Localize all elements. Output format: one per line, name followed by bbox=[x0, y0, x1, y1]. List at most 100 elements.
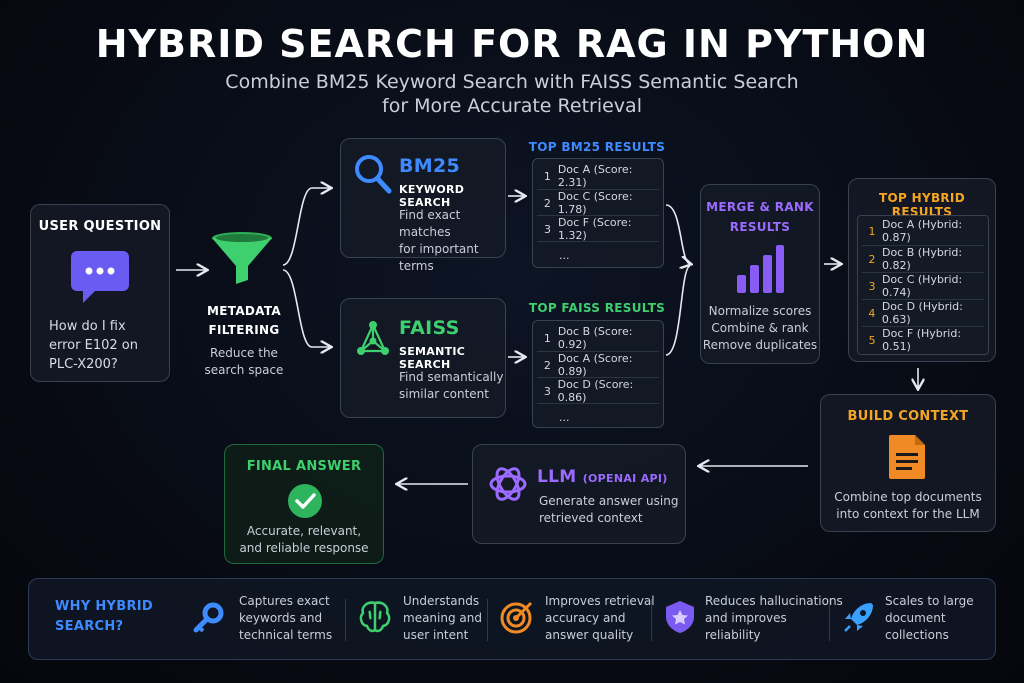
divider bbox=[829, 599, 830, 641]
merge-title: MERGE & RANK RESULTS bbox=[701, 197, 819, 237]
why-item-1-line-1: Captures exact bbox=[239, 594, 330, 608]
why-item-5-line-1: Scales to large bbox=[885, 594, 974, 608]
faiss-results-header: TOP FAISS RESULTS bbox=[528, 301, 666, 315]
why-item-4-line-2: and improves bbox=[705, 611, 787, 625]
row-rank: 2 bbox=[543, 358, 551, 372]
llm-api-text: (OPENAI API) bbox=[582, 472, 668, 485]
row-rank: 3 bbox=[543, 384, 551, 398]
magnifier-icon bbox=[353, 153, 393, 199]
table-row: 1 Doc A (Score: 2.31) bbox=[537, 163, 659, 189]
llm-title: LLM (OPENAI API) bbox=[537, 467, 668, 487]
target-icon bbox=[499, 599, 535, 639]
faiss-desc-line-2: similar content bbox=[399, 387, 489, 401]
bm25-desc: Find exact matches for important terms bbox=[399, 207, 505, 275]
table-row: 3 Doc D (Score: 0.86) bbox=[537, 377, 659, 404]
llm-title-text: LLM bbox=[537, 467, 577, 487]
llm-desc-line-1: Generate answer using bbox=[539, 494, 679, 508]
row-rank: 1 bbox=[543, 169, 551, 183]
network-icon bbox=[353, 319, 393, 363]
row-text: Doc F (Score: 1.32) bbox=[558, 216, 632, 242]
row-rank: 1 bbox=[868, 224, 876, 238]
why-item-4-line-3: reliability bbox=[705, 628, 761, 642]
table-row: 2 Doc A (Score: 0.89) bbox=[537, 351, 659, 378]
build-context-header: BUILD CONTEXT bbox=[847, 409, 969, 424]
row-text: Doc D (Score: 0.86) bbox=[557, 378, 634, 404]
table-row: 5 Doc F (Hybrid: 0.51) bbox=[862, 326, 984, 353]
brain-icon bbox=[357, 599, 393, 639]
why-hybrid-panel: WHY HYBRID SEARCH? Captures exact keywor… bbox=[28, 578, 996, 660]
hybrid-results-card: TOP HYBRID RESULTS 1 Doc A (Hybrid: 0.87)… bbox=[848, 178, 996, 362]
row-text: Doc C (Score: 1.78) bbox=[557, 190, 633, 216]
row-text: Doc B (Score: 0.92) bbox=[557, 325, 633, 351]
table-row: 2 Doc C (Score: 1.78) bbox=[537, 189, 659, 216]
why-item-2-line-3: user intent bbox=[403, 628, 469, 642]
table-row: 3 Doc C (Hybrid: 0.74) bbox=[862, 272, 984, 299]
divider bbox=[345, 599, 346, 641]
why-hybrid-header: WHY HYBRID SEARCH? bbox=[55, 597, 153, 637]
table-row: ... bbox=[537, 403, 659, 430]
arrow-filter-to-bm25 bbox=[282, 188, 330, 266]
merge-rank-card: MERGE & RANK RESULTS Normalize scores Co… bbox=[700, 184, 820, 364]
table-row: 2 Doc B (Hybrid: 0.82) bbox=[862, 245, 984, 272]
row-text: Doc B (Hybrid: 0.82) bbox=[881, 246, 963, 272]
bm25-subtitle: KEYWORD SEARCH bbox=[399, 183, 465, 209]
table-row: 1 Doc A (Hybrid: 0.87) bbox=[862, 218, 984, 244]
row-text: Doc C (Hybrid: 0.74) bbox=[881, 273, 963, 299]
row-rank: 2 bbox=[868, 252, 876, 266]
final-answer-desc-line-1: Accurate, relevant, bbox=[246, 524, 362, 538]
build-context-desc-line-2: into context for the LLM bbox=[836, 507, 980, 521]
final-answer-card: FINAL ANSWER Accurate, relevant, and rel… bbox=[224, 444, 384, 564]
llm-card: LLM (OPENAI API) Generate answer using r… bbox=[472, 444, 686, 544]
faiss-title: FAISS bbox=[399, 317, 460, 339]
merge-desc-line-3: Remove duplicates bbox=[702, 338, 818, 352]
build-context-desc: Combine top documents into context for t… bbox=[821, 489, 995, 523]
bm25-desc-line-1: Find exact matches bbox=[399, 208, 461, 239]
why-item-3-line-1: Improves retrieval bbox=[545, 594, 655, 608]
row-rank: 5 bbox=[868, 333, 876, 347]
metadata-filter-title: METADATA FILTERING bbox=[196, 302, 292, 340]
why-item-2-line-1: Understands bbox=[403, 594, 480, 608]
why-header-line-2: SEARCH? bbox=[55, 619, 124, 634]
why-item-5-text: Scales to large document collections bbox=[885, 593, 974, 644]
table-row: ... bbox=[537, 241, 659, 268]
llm-desc: Generate answer using retrieved context bbox=[539, 493, 678, 527]
user-question-card: USER QUESTION How do I fix error E102 on… bbox=[30, 204, 170, 382]
build-context-desc-line-1: Combine top documents bbox=[834, 490, 982, 504]
why-item-4-text: Reduces hallucinations and improves reli… bbox=[705, 593, 843, 644]
bm25-desc-line-2: for important terms bbox=[399, 242, 479, 273]
why-item-2-line-2: meaning and bbox=[403, 611, 482, 625]
user-question-header: USER QUESTION bbox=[38, 219, 162, 234]
why-item-5-line-2: document bbox=[885, 611, 946, 625]
bm25-results-header: TOP BM25 RESULTS bbox=[528, 140, 666, 154]
why-item-2-text: Understands meaning and user intent bbox=[403, 593, 482, 644]
bm25-title: BM25 bbox=[399, 155, 461, 177]
why-item-3-line-3: answer quality bbox=[545, 628, 634, 642]
why-item-3-text: Improves retrieval accuracy and answer q… bbox=[545, 593, 655, 644]
row-text: Doc A (Score: 0.89) bbox=[557, 352, 633, 378]
why-item-3-line-2: accuracy and bbox=[545, 611, 626, 625]
merge-desc-line-2: Combine & rank bbox=[711, 321, 809, 335]
arrow-faissresults-to-merge bbox=[665, 265, 691, 356]
merge-desc-line-1: Normalize scores bbox=[708, 304, 812, 318]
funnel-icon bbox=[210, 230, 274, 290]
merge-title-line-2: RESULTS bbox=[729, 220, 791, 234]
divider bbox=[651, 599, 652, 641]
row-text: ... bbox=[559, 248, 570, 262]
final-answer-desc-line-2: and reliable response bbox=[239, 541, 369, 555]
metadata-title-line-1: METADATA bbox=[207, 304, 281, 318]
why-item-5-line-3: collections bbox=[885, 628, 949, 642]
row-text: Doc A (Hybrid: 0.87) bbox=[881, 218, 963, 244]
row-rank: 3 bbox=[544, 222, 552, 236]
table-row: 3 Doc F (Score: 1.32) bbox=[537, 215, 659, 242]
user-question-text: How do I fix error E102 on PLC-X200? bbox=[49, 319, 138, 372]
final-answer-header: FINAL ANSWER bbox=[246, 459, 362, 474]
check-circle-icon bbox=[287, 483, 323, 523]
metadata-filter-desc: Reduce the search space bbox=[196, 345, 292, 379]
final-answer-desc: Accurate, relevant, and reliable respons… bbox=[225, 523, 383, 557]
row-text: ... bbox=[559, 410, 570, 424]
faiss-desc: Find semantically similar content bbox=[399, 369, 503, 403]
row-rank: 3 bbox=[868, 279, 876, 293]
shield-icon bbox=[663, 599, 697, 639]
why-item-1-line-2: keywords and bbox=[239, 611, 323, 625]
document-icon bbox=[887, 433, 929, 485]
